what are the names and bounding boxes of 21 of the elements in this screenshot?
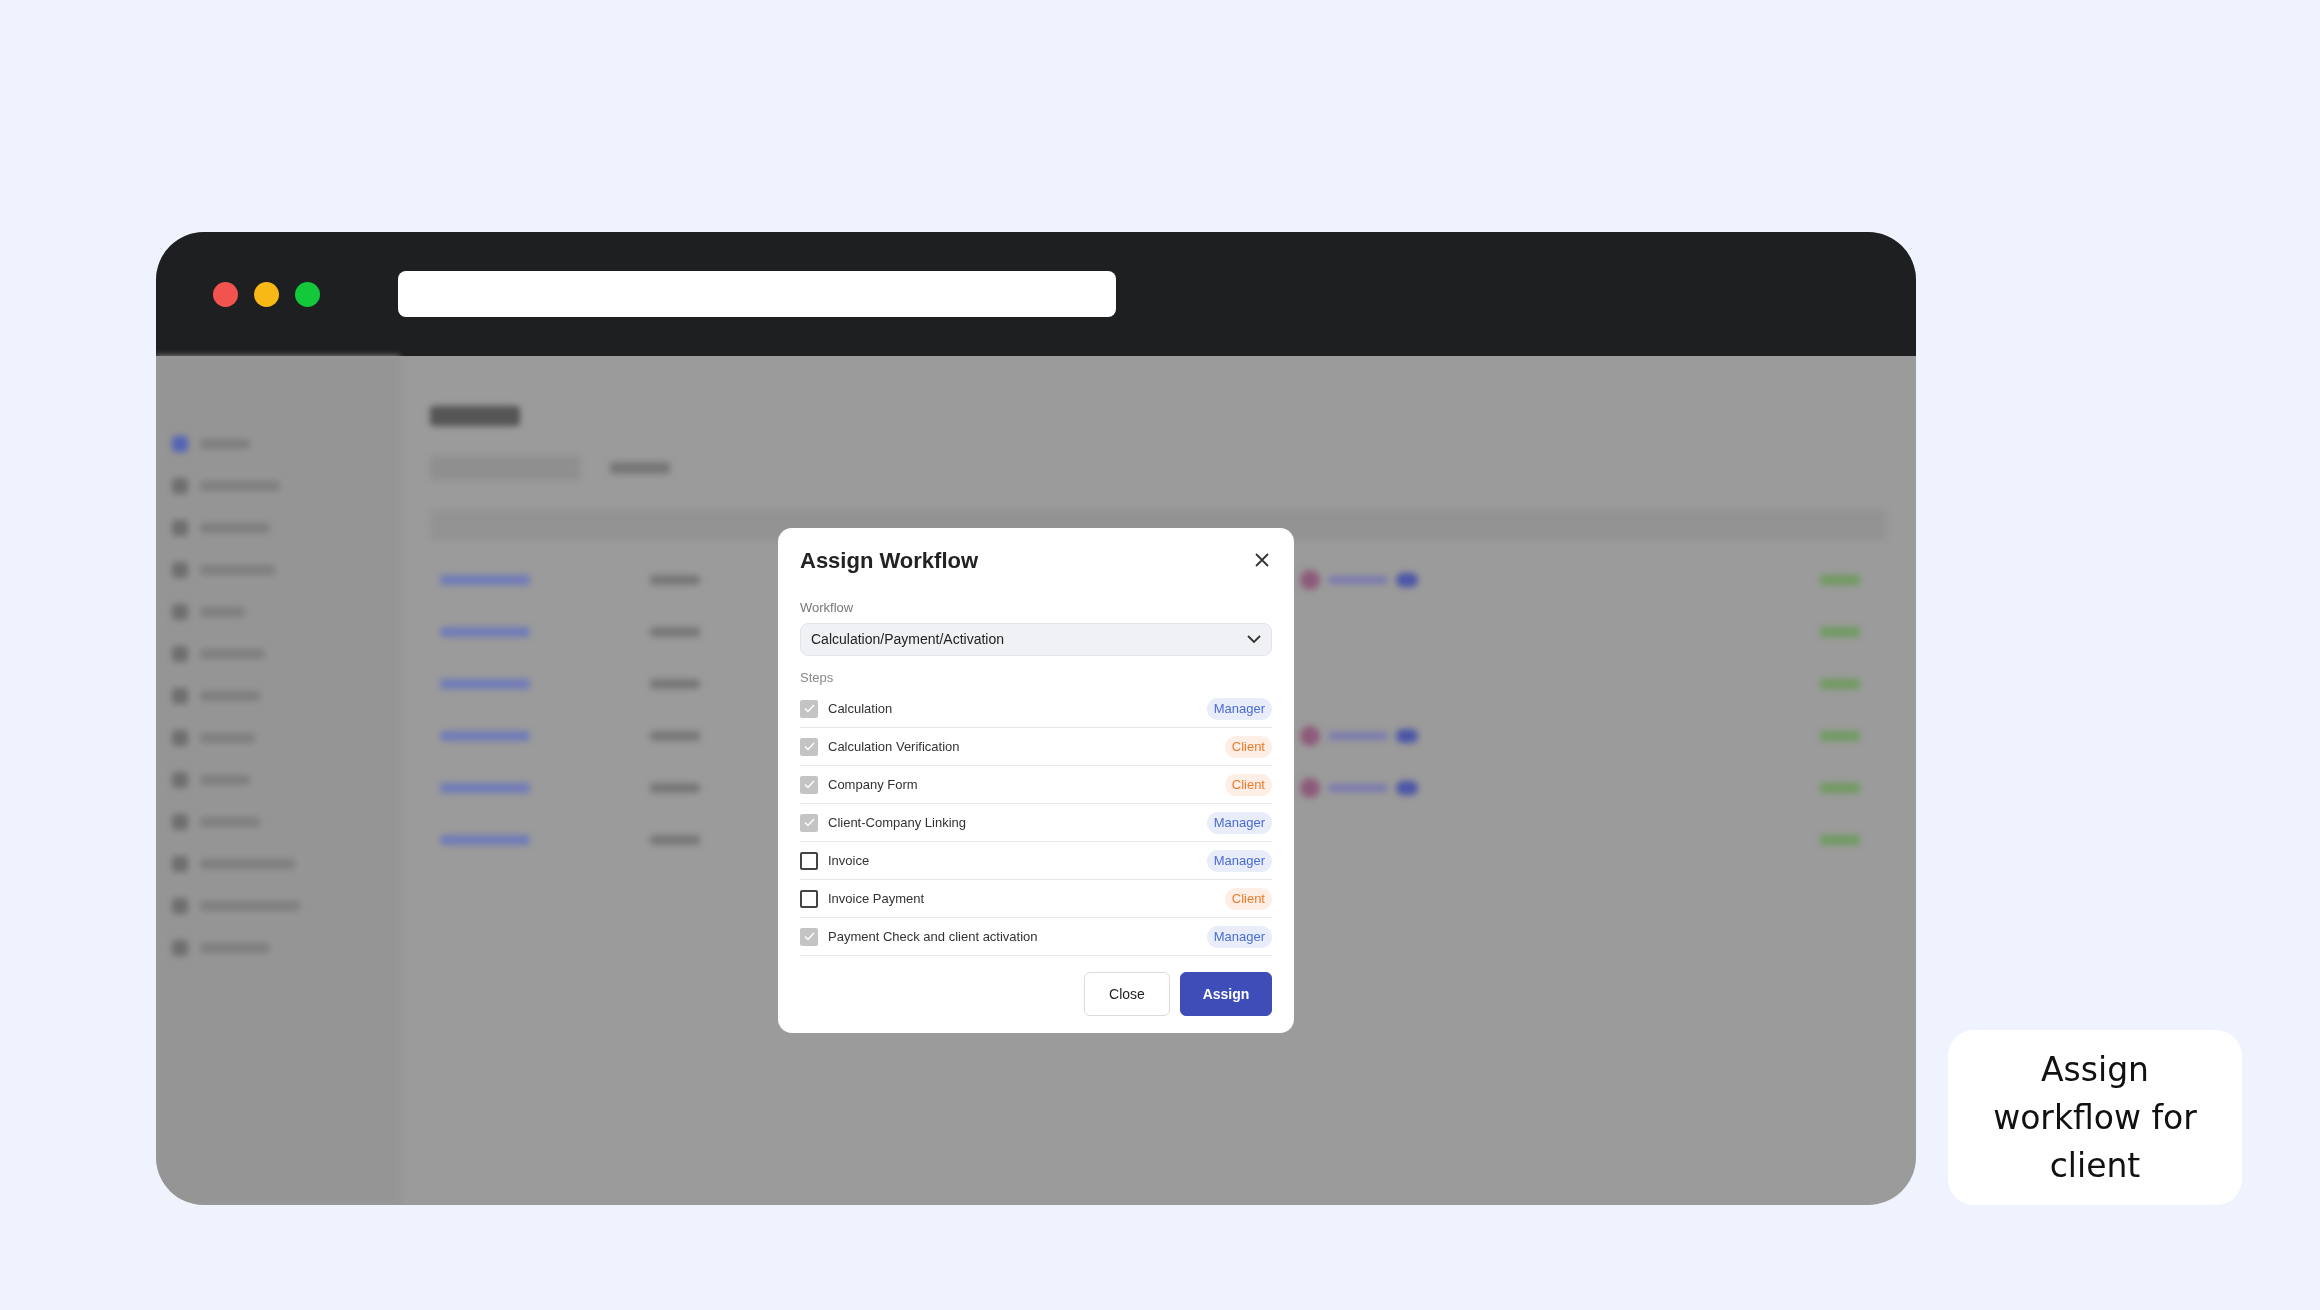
role-tag: Manager [1206,697,1272,720]
assign-button[interactable]: Assign [1180,972,1272,1016]
dialog-title: Assign Workflow [800,546,979,575]
step-label: Calculation Verification [828,737,960,756]
step-label: Payment Check and client activation [828,927,1038,946]
step-label: Invoice [828,851,870,870]
close-button[interactable]: Close [1084,972,1170,1016]
role-tag: Manager [1206,925,1272,948]
field-label: Workflow [800,599,854,617]
step-label: Calculation [828,699,893,718]
role-tag: Manager [1206,811,1272,834]
step-label: Invoice Payment [828,889,925,908]
workflow-dropdown[interactable]: Calculation/Payment/Activation [800,622,1272,656]
role-tag: Client [1224,735,1272,758]
role-tag: Client [1224,887,1272,910]
role-tag: Manager [1206,849,1272,872]
step-label: Company Form [828,775,918,794]
role-tag: Client [1224,773,1272,796]
section-label: Steps [800,668,834,687]
step-label: Client-Company Linking [828,813,966,832]
caption-text: Assign workflow for client [1992,1048,2198,1187]
